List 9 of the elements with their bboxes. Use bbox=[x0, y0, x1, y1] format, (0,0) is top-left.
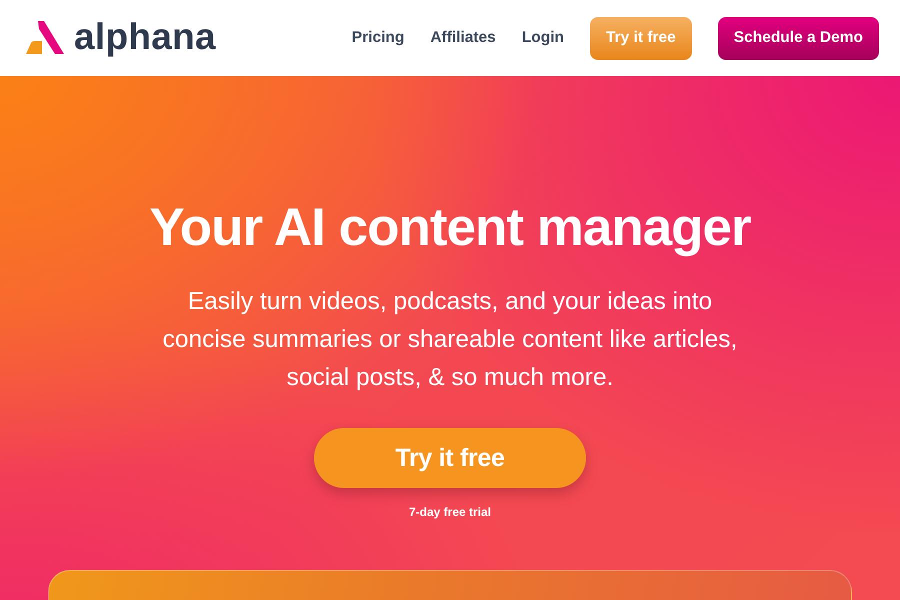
nav-link[interactable]: Affiliates bbox=[430, 29, 496, 47]
nav-link[interactable]: Pricing bbox=[352, 29, 404, 47]
hero-description: Easily turn videos, podcasts, and your ideas into concise summaries or shareable content like articles, social posts, & so much more. bbox=[162, 287, 738, 393]
logo-text[interactable]: alphana bbox=[74, 18, 216, 54]
nav-link[interactable]: Login bbox=[522, 29, 564, 47]
trial-note: 7-day free trial bbox=[408, 505, 492, 519]
logo-icon bbox=[25, 21, 65, 55]
hero-headline: Your AI content manager bbox=[149, 197, 751, 259]
demo-button[interactable]: Schedule a Demo bbox=[718, 16, 879, 60]
